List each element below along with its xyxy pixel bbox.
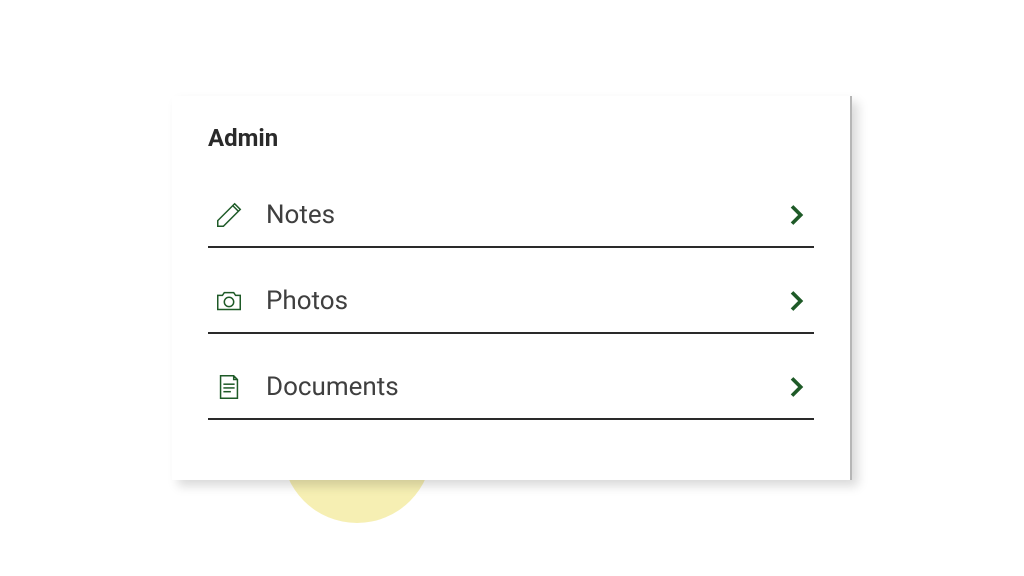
menu-item-photos[interactable]: Photos [208,266,814,334]
menu-item-documents[interactable]: Documents [208,352,814,420]
document-icon [212,370,246,404]
chevron-right-icon [786,290,808,312]
menu-item-label: Documents [266,372,786,402]
menu-item-label: Photos [266,286,786,316]
camera-icon [212,284,246,318]
menu-item-label: Notes [266,200,786,230]
chevron-right-icon [786,376,808,398]
admin-card: Admin Notes Photos Documents [172,96,852,480]
menu-item-notes[interactable]: Notes [208,180,814,248]
pencil-icon [212,198,246,232]
chevron-right-icon [786,204,808,226]
card-title: Admin [208,124,814,152]
